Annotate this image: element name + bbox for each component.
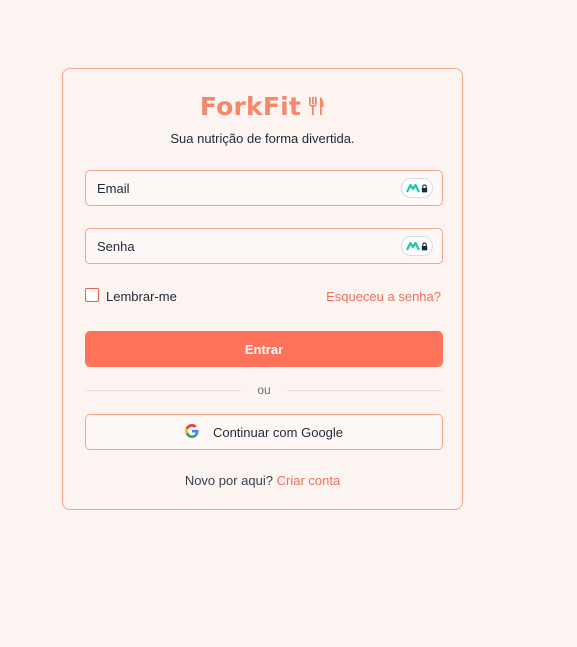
signup-text: Novo por aqui? bbox=[184, 473, 273, 488]
signup-prompt: Novo por aqui? Criar conta bbox=[63, 473, 462, 488]
forgot-password-link[interactable]: Esqueceu a senha? bbox=[326, 289, 441, 304]
remember-me[interactable]: Lembrar-me bbox=[85, 287, 177, 304]
divider-line bbox=[85, 389, 242, 391]
divider-line bbox=[286, 389, 444, 391]
brand-header: ForkFit bbox=[63, 89, 462, 123]
login-card: ForkFit Sua nutrição de forma divertida. bbox=[62, 68, 463, 510]
tagline: Sua nutrição de forma divertida. bbox=[170, 131, 355, 146]
email-field-wrapper bbox=[85, 170, 443, 206]
signup-link[interactable]: Criar conta bbox=[277, 473, 341, 488]
brand-name: ForkFit bbox=[199, 91, 302, 121]
remember-label: Lembrar-me bbox=[106, 289, 177, 304]
email-field[interactable] bbox=[86, 171, 401, 205]
google-icon bbox=[184, 423, 199, 441]
password-field-wrapper bbox=[85, 228, 443, 264]
fork-knife-icon bbox=[307, 96, 325, 116]
password-manager-icon[interactable] bbox=[401, 236, 433, 256]
password-manager-icon[interactable] bbox=[401, 178, 433, 198]
divider: ou bbox=[85, 383, 444, 397]
password-field[interactable] bbox=[86, 229, 401, 263]
divider-label: ou bbox=[257, 383, 271, 397]
login-button[interactable]: Entrar bbox=[85, 331, 443, 367]
remember-checkbox[interactable] bbox=[85, 287, 99, 302]
google-login-button[interactable]: Continuar com Google bbox=[85, 414, 443, 450]
google-button-label: Continuar com Google bbox=[212, 424, 344, 440]
